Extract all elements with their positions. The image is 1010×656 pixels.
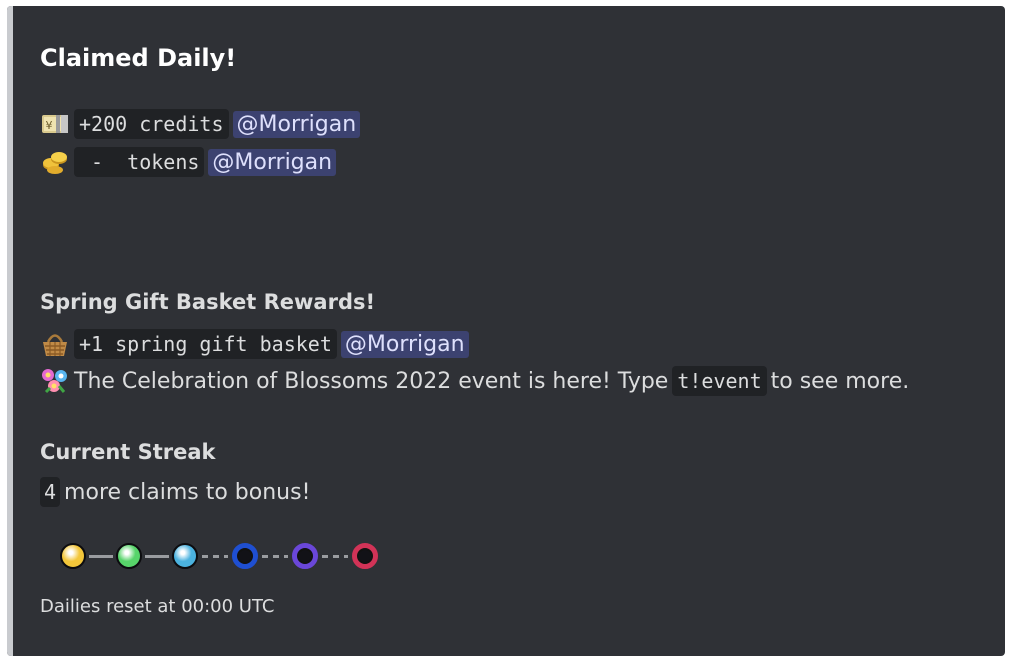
credits-amount: +200 credits xyxy=(74,109,229,139)
event-rewards-heading: Spring Gift Basket Rewards! xyxy=(40,290,376,314)
streak-connector xyxy=(202,554,228,558)
event-announcement-line: The Celebration of Blossoms 2022 event i… xyxy=(40,363,909,399)
basket-amount: +1 spring gift basket xyxy=(74,329,337,359)
credits-reward-line: ¥ +200 credits @Morrigan xyxy=(40,106,361,142)
embed-footer: Dailies reset at 00:00 UTC xyxy=(40,596,275,617)
coins-icon xyxy=(40,147,70,177)
user-mention[interactable]: @Morrigan xyxy=(208,148,337,176)
streak-connector xyxy=(322,554,348,558)
red-orb-icon xyxy=(352,543,378,569)
event-text-after: to see more. xyxy=(770,368,910,394)
event-text-before: The Celebration of Blossoms 2022 event i… xyxy=(74,368,669,394)
tokens-amount: - tokens xyxy=(74,147,205,177)
streak-count: 4 xyxy=(40,477,61,507)
dark-blue-orb-icon xyxy=(232,543,258,569)
daily-embed: Claimed Daily! ¥ +200 credits @Morrigan xyxy=(7,6,1005,656)
embed-title: Claimed Daily! xyxy=(40,44,237,72)
purple-orb-icon xyxy=(292,543,318,569)
green-orb-icon xyxy=(116,543,142,569)
flowers-icon xyxy=(40,366,70,396)
svg-text:¥: ¥ xyxy=(46,119,53,132)
yen-banknote-icon: ¥ xyxy=(40,109,70,139)
streak-progress xyxy=(60,541,378,571)
blue-orb-icon xyxy=(172,543,198,569)
streak-connector xyxy=(262,554,288,558)
user-mention[interactable]: @Morrigan xyxy=(340,330,469,358)
basket-icon xyxy=(40,329,70,359)
embed-accent-bar xyxy=(7,6,13,656)
user-mention[interactable]: @Morrigan xyxy=(232,110,361,138)
streak-heading: Current Streak xyxy=(40,440,216,464)
tokens-reward-line: - tokens @Morrigan xyxy=(40,144,337,180)
basket-reward-line: +1 spring gift basket @Morrigan xyxy=(40,326,469,362)
streak-text: more claims to bonus! xyxy=(64,479,311,505)
yellow-orb-icon xyxy=(60,543,86,569)
streak-connector xyxy=(89,554,113,558)
streak-connector xyxy=(145,554,169,558)
event-command: t!event xyxy=(672,366,767,396)
streak-line: 4 more claims to bonus! xyxy=(40,474,310,510)
